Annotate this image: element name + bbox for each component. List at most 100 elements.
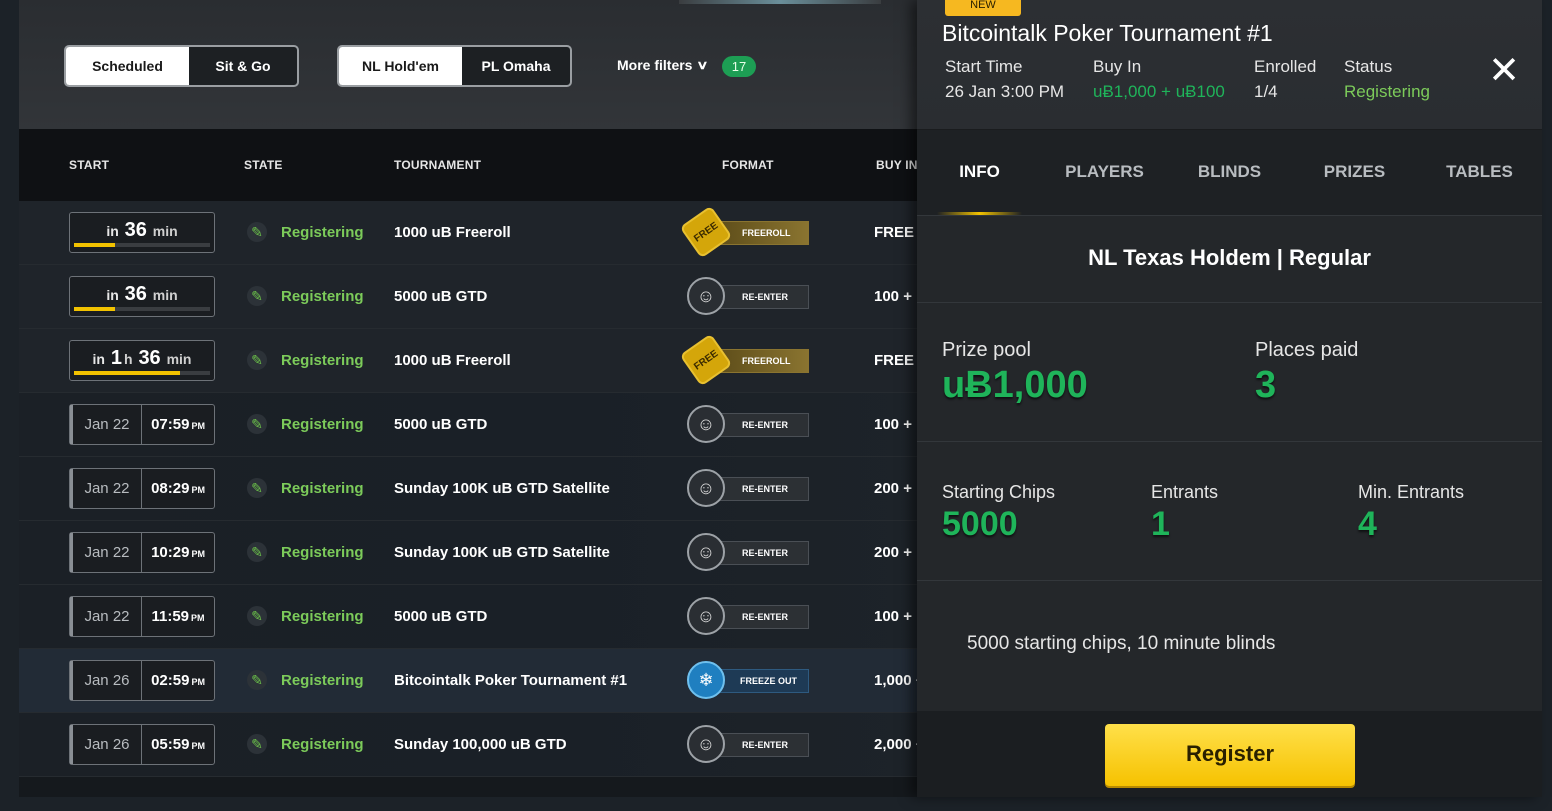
- start-date: Jan 22: [70, 533, 142, 572]
- state-label: Registering: [281, 544, 364, 561]
- countdown-minutes-unit: min: [152, 287, 178, 303]
- detail-tabs: INFO PLAYERS BLINDS PRIZES TABLES: [917, 130, 1542, 216]
- tournament-lobby: Scheduled Sit & Go NL Hold'em PL Omaha M…: [19, 0, 919, 797]
- prize-stats: Prize pool uɃ1,000 Places paid 3: [917, 303, 1542, 442]
- tournament-detail-panel: NEW Bitcointalk Poker Tournament #1 Star…: [917, 0, 1542, 797]
- detail-title: Bitcointalk Poker Tournament #1: [942, 20, 1273, 46]
- status-label: Status: [1344, 57, 1393, 76]
- topbar-accent: [679, 0, 881, 4]
- countdown-hours: 1: [110, 347, 122, 369]
- start-time: 02:59 PM: [142, 661, 214, 700]
- countdown-progress-bar: [74, 243, 210, 247]
- buyin-value: 1,000 +: [874, 672, 919, 689]
- start-date: Jan 22: [70, 597, 142, 636]
- table-row[interactable]: Jan 22 07:59 PM ✎ Registering 5000 uB GTD ☺ RE-…: [19, 393, 919, 457]
- game-type-heading: NL Texas Holdem | Regular: [917, 216, 1542, 303]
- re-enter-icon: ☺: [687, 469, 725, 507]
- prize-pool-value: uɃ1,000: [942, 364, 1088, 406]
- re-enter-icon: ☺: [687, 597, 725, 635]
- table-row[interactable]: Jan 22 10:29 PM ✎ Registering Sunday 100K uB …: [19, 521, 919, 585]
- table-row[interactable]: in 36 min ✎ Registering 5000 uB GTD ☺ RE-ENTE…: [19, 265, 919, 329]
- start-time-info: Start Time 26 Jan 3:00 PM: [945, 57, 1064, 102]
- tournament-name: Sunday 100,000 uB GTD: [394, 736, 567, 753]
- start-time: 08:29 PM: [142, 469, 214, 508]
- state-label: Registering: [281, 672, 364, 689]
- pencil-icon: ✎: [247, 286, 267, 306]
- tab-nl-holdem[interactable]: NL Hold'em: [339, 47, 462, 85]
- countdown-prefix: in: [106, 223, 119, 239]
- new-badge: NEW: [945, 0, 1021, 16]
- column-start[interactable]: START: [69, 158, 109, 172]
- places-paid: Places paid 3: [1255, 339, 1358, 407]
- table-row[interactable]: in 36 min ✎ Registering 1000 uB Freeroll FRE…: [19, 201, 919, 265]
- format-badge: FREE FREEROLL: [679, 333, 811, 387]
- state-label: Registering: [281, 416, 364, 433]
- start-time: 05:59 PM: [142, 725, 214, 764]
- close-icon[interactable]: ✕: [1487, 52, 1521, 90]
- tab-pl-omaha[interactable]: PL Omaha: [462, 47, 570, 85]
- format-badge: ☺ RE-ENTER: [687, 725, 811, 765]
- table-row[interactable]: Jan 22 08:29 PM ✎ Registering Sunday 100K uB …: [19, 457, 919, 521]
- starting-chips-label: Starting Chips: [942, 482, 1056, 502]
- tournament-name: Sunday 100K uB GTD Satellite: [394, 480, 610, 497]
- prize-pool-label: Prize pool: [942, 339, 1031, 361]
- table-row[interactable]: Jan 26 05:59 PM ✎ Registering Sunday 100,000 …: [19, 713, 919, 777]
- format-badge: ☺ RE-ENTER: [687, 277, 811, 317]
- table-row[interactable]: Jan 26 02:59 PM ✎ Registering Bitcointalk Pok…: [19, 649, 919, 713]
- start-date: Jan 22: [70, 405, 142, 444]
- countdown-box: in 36 min: [69, 276, 215, 317]
- table-row[interactable]: Jan 22 11:59 PM ✎ Registering 5000 uB GTD ☺ RE-…: [19, 585, 919, 649]
- start-time: 11:59 PM: [142, 597, 214, 636]
- tournament-name: Bitcointalk Poker Tournament #1: [394, 672, 628, 689]
- buyin-label: Buy In: [1093, 57, 1142, 76]
- countdown: in 1h 36 min: [70, 347, 214, 370]
- format-badge: ☺ RE-ENTER: [687, 533, 811, 573]
- format-badge: ☺ RE-ENTER: [687, 597, 811, 637]
- tab-tables[interactable]: TABLES: [1417, 130, 1542, 215]
- countdown-minutes: 36: [124, 283, 147, 305]
- re-enter-icon: ☺: [687, 405, 725, 443]
- state-label: Registering: [281, 608, 364, 625]
- table-row[interactable]: in 1h 36 min ✎ Registering 1000 uB Freeroll…: [19, 329, 919, 393]
- register-button[interactable]: Register: [1105, 724, 1355, 786]
- format-badge: ☺ RE-ENTER: [687, 469, 811, 509]
- start-time-ampm: PM: [191, 421, 205, 431]
- tab-prizes[interactable]: PRIZES: [1292, 130, 1417, 215]
- buyin-value: 100 +: [874, 416, 912, 433]
- column-state[interactable]: STATE: [244, 158, 283, 172]
- state-label: Registering: [281, 736, 364, 753]
- tab-scheduled[interactable]: Scheduled: [66, 47, 189, 85]
- state-label: Registering: [281, 224, 364, 241]
- buyin-value: FREE: [874, 224, 915, 241]
- starting-chips: Starting Chips 5000: [942, 482, 1055, 544]
- tab-players[interactable]: PLAYERS: [1042, 130, 1167, 215]
- start-time-ampm: PM: [191, 485, 205, 495]
- countdown-minutes: 36: [138, 347, 161, 369]
- column-tournament[interactable]: TOURNAMENT: [394, 158, 481, 172]
- tab-blinds[interactable]: BLINDS: [1167, 130, 1292, 215]
- more-filters-button[interactable]: More filters ∨: [617, 57, 709, 73]
- starting-chips-value: 5000: [942, 505, 1018, 543]
- free-tag-icon: FREE: [679, 333, 733, 387]
- tournament-name: 5000 uB GTD: [394, 416, 488, 433]
- column-format[interactable]: FORMAT: [722, 158, 774, 172]
- entrants-label: Entrants: [1151, 482, 1219, 502]
- more-filters-label: More filters: [617, 57, 693, 73]
- countdown: in 36 min: [70, 219, 214, 242]
- countdown-minutes-unit: min: [152, 223, 178, 239]
- tournament-name: 1000 uB Freeroll: [394, 224, 511, 241]
- tab-sit-and-go[interactable]: Sit & Go: [189, 47, 297, 85]
- start-time-ampm: PM: [191, 613, 205, 623]
- pencil-icon: ✎: [247, 734, 267, 754]
- enrolled-info: Enrolled 1/4: [1254, 57, 1316, 102]
- re-enter-icon: ☺: [687, 533, 725, 571]
- start-time-label: Start Time: [945, 57, 1023, 76]
- start-date-box: Jan 26 02:59 PM: [69, 660, 215, 701]
- countdown-progress-bar: [74, 307, 210, 311]
- min-entrants-label: Min. Entrants: [1358, 482, 1465, 502]
- tournament-type-toggle: Scheduled Sit & Go: [64, 45, 299, 87]
- tab-info[interactable]: INFO: [917, 130, 1042, 215]
- start-date: Jan 26: [70, 725, 142, 764]
- start-date-box: Jan 22 11:59 PM: [69, 596, 215, 637]
- column-buyin[interactable]: BUY IN: [876, 158, 918, 172]
